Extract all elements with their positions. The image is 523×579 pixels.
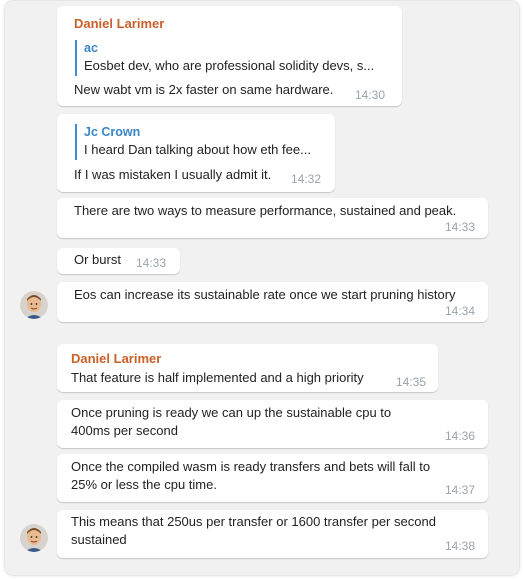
reply-author: Jc Crown — [84, 125, 141, 139]
user-avatar[interactable] — [20, 291, 48, 319]
reply-text: I heard Dan talking about how eth fee... — [84, 142, 311, 157]
message-bubble[interactable]: There are two ways to measure performanc… — [57, 198, 488, 238]
message-bubble[interactable]: Eos can increase its sustainable rate on… — [57, 282, 488, 322]
message-time: 14:36 — [445, 429, 476, 443]
message-time: 14:30 — [355, 88, 386, 102]
message-bubble[interactable]: Daniel Larimer That feature is half impl… — [57, 344, 438, 392]
message-time: 14:33 — [445, 220, 476, 234]
message-bubble[interactable]: This means that 250us per transfer or 16… — [57, 510, 488, 558]
message-text: Or burst — [74, 252, 121, 267]
reply-quote[interactable]: Jc Crown I heard Dan talking about how e… — [75, 124, 311, 160]
user-avatar[interactable] — [20, 524, 48, 552]
message-time: 14:34 — [445, 304, 476, 318]
reply-quote[interactable]: ac Eosbet dev, who are professional soli… — [75, 40, 374, 76]
sender-name[interactable]: Daniel Larimer — [71, 351, 161, 366]
message-time: 14:38 — [445, 539, 476, 553]
message-bubble[interactable]: Once the compiled wasm is ready transfer… — [57, 454, 488, 502]
message-text: Once pruning is ready we can up the sust… — [71, 405, 392, 438]
reply-author: ac — [84, 41, 98, 55]
reply-text: Eosbet dev, who are professional solidit… — [84, 58, 375, 73]
message-text: Eos can increase its sustainable rate on… — [74, 287, 456, 302]
message-text: There are two ways to measure performanc… — [74, 203, 457, 218]
message-bubble[interactable]: Once pruning is ready we can up the sust… — [57, 400, 488, 448]
message-text: That feature is half implemented and a h… — [71, 370, 364, 385]
message-time: 14:37 — [445, 483, 476, 497]
message-time: 14:35 — [396, 375, 427, 389]
message-bubble[interactable]: Jc Crown I heard Dan talking about how e… — [57, 114, 335, 192]
message-text: New wabt vm is 2x faster on same hardwar… — [74, 82, 334, 97]
message-bubble[interactable]: Or burst 14:33 — [57, 248, 180, 274]
message-bubble[interactable]: Daniel Larimer ac Eosbet dev, who are pr… — [57, 6, 402, 106]
message-time: 14:33 — [136, 256, 167, 270]
sender-name[interactable]: Daniel Larimer — [74, 16, 164, 31]
message-text: This means that 250us per transfer or 16… — [71, 514, 436, 547]
message-time: 14:32 — [291, 172, 322, 186]
message-text: If I was mistaken I usually admit it. — [74, 167, 272, 182]
message-text: Once the compiled wasm is ready transfer… — [71, 459, 431, 492]
